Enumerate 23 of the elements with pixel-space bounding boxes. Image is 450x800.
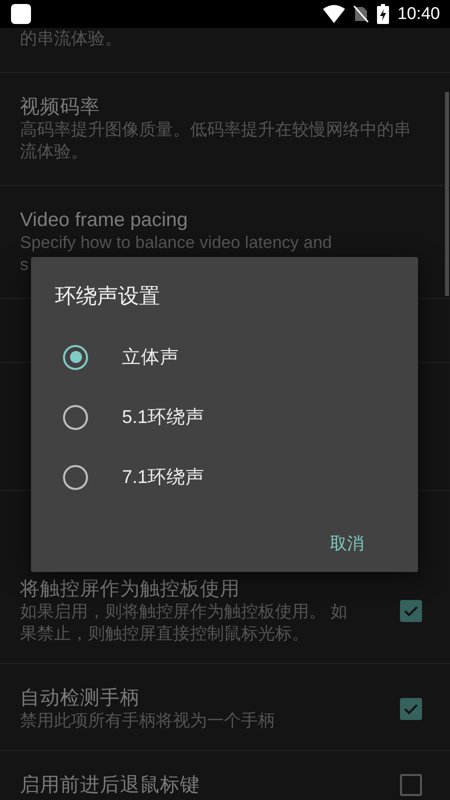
checkbox[interactable] [400,698,422,720]
checkbox[interactable] [400,774,422,796]
setting-title: 视频码率 [20,95,101,119]
setting-summary: 如果启用，则将触控屏作为触控板使用。 如果禁止，则触控屏直接控制鼠标光标。 [20,601,349,645]
setting-summary: Specify how to balance video latency and s [20,232,333,276]
checkbox[interactable] [400,600,422,622]
cancel-button[interactable]: 取消 [322,524,372,562]
app-notification-icon [10,3,32,25]
radio-option[interactable]: 7.1环绕声 [31,447,418,507]
battery-charging-icon [377,4,390,24]
setting-title: 自动检测手柄 [20,686,141,710]
radio-option[interactable]: 5.1环绕声 [31,387,418,447]
setting-summary: 高码率提升图像质量。低码率提升在较慢网络中的串流体验。 [20,119,412,163]
setting-summary: 的串流体验。 [20,28,123,50]
setting-title: Video frame pacing [20,208,189,232]
setting-title: 启用前进后退鼠标键 [20,773,201,797]
setting-title: 将触控屏作为触控板使用 [20,577,241,601]
dialog-title: 环绕声设置 [55,284,161,310]
wifi-icon [323,5,346,23]
radio-option[interactable]: 立体声 [31,327,418,387]
setting-summary: 禁用此项所有手柄将视为一个手柄 [20,710,276,732]
no-sim-icon [353,5,370,23]
status-time: 10:40 [397,3,440,26]
